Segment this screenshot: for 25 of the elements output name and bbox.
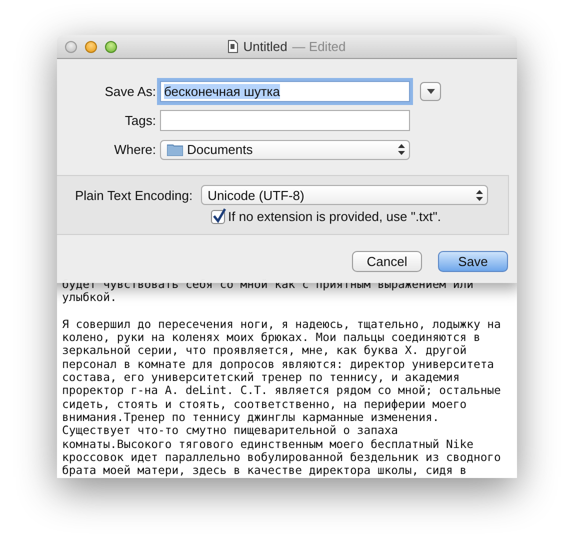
stepper-arrows-icon — [398, 144, 405, 155]
zoom-button[interactable] — [105, 40, 117, 52]
edited-status: — Edited — [292, 39, 346, 54]
minimize-button[interactable] — [85, 40, 97, 52]
encoding-popup[interactable]: Unicode (UTF-8) — [200, 185, 488, 205]
where-popup[interactable]: Documents — [160, 140, 410, 160]
save-as-label: Save As: — [104, 84, 157, 99]
encoding-label: Plain Text Encoding: — [75, 188, 193, 202]
expand-button[interactable] — [420, 82, 441, 101]
tags-label: Tags: — [124, 113, 157, 128]
close-button[interactable] — [65, 40, 77, 52]
extension-checkbox[interactable] — [211, 210, 225, 224]
document-icon — [228, 40, 238, 53]
document-paragraph: будет чувствовать себя со мной как с приятным выражением или улыбкой. — [62, 278, 474, 305]
document-paragraph: Я совершил до пересечения ноги, я надеюсь, тщательно, лодыжку на колено, руки на коленях моих брюках. Мои пальцы соединяются в зеркальной серии, что проявляется, мне, как буква X. другой персонал в комнате для допросов являются: директор университета состава, его университетский тренер по теннису, и академия проректор г-на A. deLint. С.Т. является рядом со мной; остальные сидеть, стоять и стоять, соответственно, на периферии моего внимания.Тренер по теннису джинглы карманные изменения. Существует что-то смутно пищеварительной о запаха комнаты.Высокого тягового единственным моего бесплатный Nike кроссовок идет параллельно вобулированной бездельник из сводного брата моей матери, здесь в качестве директора школы, сидя в — [62, 318, 501, 478]
stepper-arrows-icon — [476, 190, 483, 200]
caret-icon — [426, 89, 434, 94]
where-label: Where: — [113, 142, 157, 157]
folder-icon — [167, 143, 183, 156]
extension-option-label: If no extension is provided, use ".txt". — [228, 209, 442, 224]
window-title: Untitled — [243, 39, 288, 54]
cancel-button[interactable]: Cancel — [352, 251, 422, 272]
save-button[interactable]: Save — [438, 251, 508, 272]
save-as-field[interactable]: бесконечная шутка — [160, 81, 410, 102]
tags-field[interactable] — [160, 110, 410, 131]
